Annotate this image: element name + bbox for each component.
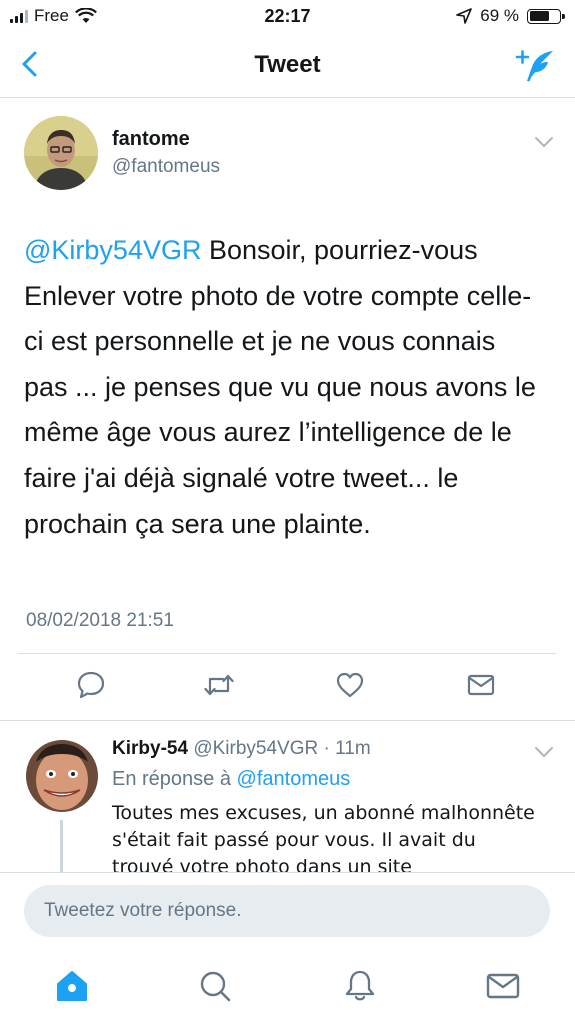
reply-icon[interactable] <box>76 670 106 700</box>
bell-icon[interactable] <box>342 968 378 1004</box>
battery-group: 69 % <box>456 6 565 26</box>
compose-tweet-icon[interactable] <box>515 48 555 84</box>
divider <box>18 653 556 654</box>
thread-line <box>60 820 63 872</box>
location-arrow-icon <box>456 8 473 24</box>
tweet-actions <box>0 666 575 706</box>
reply-tweet[interactable]: Kirby-54 @Kirby54VGR · 11m En réponse à … <box>0 722 575 872</box>
reply-text: Toutes mes excuses, un abonné malhonnête… <box>112 802 535 872</box>
heart-icon[interactable] <box>335 670 365 700</box>
in-reply-prefix: En réponse à <box>112 768 237 790</box>
author-handle[interactable]: @fantomeus <box>112 156 220 178</box>
battery-icon <box>527 8 565 24</box>
mention-link[interactable]: @Kirby54VGR <box>24 235 201 265</box>
divider <box>0 720 575 721</box>
battery-percent: 69 % <box>480 6 519 25</box>
tweet-body: Bonsoir, pourriez-vous Enlever votre pho… <box>24 235 536 539</box>
reply-placeholder: Tweetez votre réponse. <box>44 900 242 921</box>
envelope-icon[interactable] <box>466 670 496 700</box>
tab-bar <box>0 952 575 1024</box>
chevron-down-icon[interactable] <box>534 136 554 148</box>
meta-separator: · <box>318 738 336 759</box>
chevron-down-icon[interactable] <box>534 746 554 758</box>
reply-author-handle[interactable]: @Kirby54VGR <box>193 738 318 759</box>
in-reply-handle[interactable]: @fantomeus <box>237 768 351 790</box>
home-icon[interactable] <box>54 968 90 1004</box>
reply-author-name[interactable]: Kirby-54 <box>112 738 188 759</box>
envelope-icon[interactable] <box>485 968 521 1004</box>
tweet-text: @Kirby54VGR Bonsoir, pourriez-vous Enlev… <box>24 228 544 547</box>
reply-time: 11m <box>335 738 371 759</box>
compose-bar: Tweetez votre réponse. <box>0 872 575 952</box>
avatar[interactable] <box>26 740 98 812</box>
search-icon[interactable] <box>197 968 233 1004</box>
battery-fill <box>529 11 549 21</box>
reply-input[interactable]: Tweetez votre réponse. <box>24 885 550 937</box>
retweet-icon[interactable] <box>204 670 234 700</box>
reply-header: Kirby-54 @Kirby54VGR · 11m <box>112 738 371 760</box>
tweet-timestamp: 08/02/2018 21:51 <box>26 610 174 631</box>
in-reply-to: En réponse à @fantomeus <box>112 768 350 791</box>
nav-bar: Tweet <box>0 34 575 98</box>
author-name[interactable]: fantome <box>112 128 190 151</box>
status-bar: Free 22:17 69 % <box>0 0 575 34</box>
page-title: Tweet <box>254 51 321 78</box>
avatar[interactable] <box>24 116 98 190</box>
